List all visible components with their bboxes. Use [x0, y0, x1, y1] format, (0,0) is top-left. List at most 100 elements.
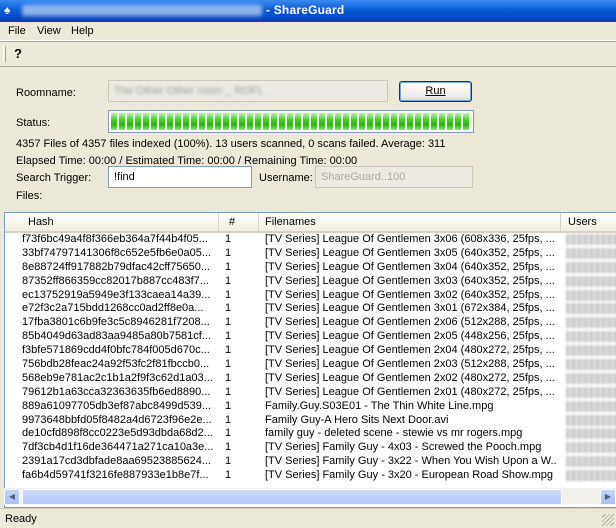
- table-row[interactable]: 2391a17cd3dbfade8aa69523885624... 1 [TV Se…: [5, 455, 616, 469]
- table-row[interactable]: ec13752919a5949e3f133caea14a39... 1 [TV Se…: [5, 289, 616, 303]
- progress-segment: [111, 113, 117, 130]
- progress-segment: [447, 113, 453, 130]
- progress-segment: [335, 113, 341, 130]
- users-cell-blurred: [566, 331, 616, 343]
- table-row[interactable]: 756bdb28feac24a92f53fc2f81fbccb0... 1 [TV …: [5, 358, 616, 372]
- table-row[interactable]: 7df3cb4d1f16de364471a271ca10a3e... 1 [TV S…: [5, 441, 616, 455]
- scroll-left-icon[interactable]: ◀: [4, 489, 20, 505]
- users-cell-blurred: [566, 317, 616, 329]
- table-row[interactable]: 85b4049d63ad83aa9485a80b7581cf... 1 [TV Se…: [5, 330, 616, 344]
- app-icon: ♠: [4, 3, 11, 17]
- progress-segment: [415, 113, 421, 130]
- filename-cell: [TV Series] League Of Gentlemen 2x02 (48…: [265, 371, 555, 384]
- progress-segment: [255, 113, 261, 130]
- count-cell: 1: [225, 274, 232, 287]
- table-row[interactable]: 87352ff866359cc82017b887cc483f7... 1 [TV S…: [5, 275, 616, 289]
- users-cell-blurred: [566, 303, 616, 315]
- users-cell-blurred: [566, 400, 616, 412]
- menu-view[interactable]: View: [37, 25, 61, 37]
- filename-cell: [TV Series] League Of Gentlemen 2x05 (44…: [265, 330, 555, 343]
- run-button[interactable]: Run: [399, 81, 472, 102]
- hash-cell: 85b4049d63ad83aa9485a80b7581cf...: [22, 330, 212, 343]
- hash-cell: 889a61097705db3ef87abc8499d539...: [22, 399, 212, 412]
- menu-file[interactable]: File: [8, 25, 26, 37]
- table-row[interactable]: 8e88724ff917882b79dfac42cff75650... 1 [TV …: [5, 261, 616, 275]
- table-body: f73f6bc49a4f8f366eb364a7f44b4f05... 1 [TV …: [5, 233, 616, 483]
- table-header: Hash # Filenames Users: [5, 213, 616, 233]
- files-table[interactable]: Hash # Filenames Users f73f6bc49a4f8f366…: [4, 212, 616, 508]
- count-cell: 1: [225, 233, 232, 245]
- progress-segment: [295, 113, 301, 130]
- table-row[interactable]: f3bfe571869cdd4f0bfc784f005d670c... 1 [TV …: [5, 344, 616, 358]
- table-row[interactable]: de10cfd898f8cc0223e5d93dbda68d2... 1 famil…: [5, 427, 616, 441]
- users-cell-blurred: [566, 345, 616, 357]
- progress-segment: [271, 113, 277, 130]
- username-field[interactable]: ShareGuard..100: [315, 166, 473, 188]
- table-row[interactable]: 568eb9e781ac2c1b1a2f9f3c62d1a03... 1 [TV S…: [5, 372, 616, 386]
- search-trigger-input[interactable]: !find: [108, 166, 252, 188]
- table-row[interactable]: fa6b4d59741f3216fe887933e1b8e7f... 1 [TV S…: [5, 469, 616, 483]
- hash-cell: 79612b1a63cca32363635fb6ed8890...: [22, 385, 211, 398]
- users-cell-blurred: [566, 428, 616, 440]
- table-row[interactable]: 33bf74797141306f8c652e5fb6e0a05... 1 [TV S…: [5, 247, 616, 261]
- progress-segment: [319, 113, 325, 130]
- table-row[interactable]: 9973648bbfd05f8482a4d6723f96e2e... 1 Famil…: [5, 414, 616, 428]
- table-row[interactable]: 79612b1a63cca32363635fb6ed8890... 1 [TV Se…: [5, 386, 616, 400]
- roomname-field[interactable]: The Other Other room _ ROFL: [108, 80, 388, 102]
- progress-segment: [383, 113, 389, 130]
- hash-cell: f73f6bc49a4f8f366eb364a7f44b4f05...: [22, 233, 208, 245]
- help-icon[interactable]: ?: [9, 45, 27, 63]
- hash-cell: fa6b4d59741f3216fe887933e1b8e7f...: [22, 469, 209, 482]
- count-cell: 1: [225, 385, 232, 398]
- progress-segment: [367, 113, 373, 130]
- users-cell-blurred: [566, 414, 616, 426]
- progress-segment: [279, 113, 285, 130]
- col-count[interactable]: #: [219, 213, 259, 231]
- count-cell: 1: [225, 330, 232, 343]
- progress-segment: [431, 113, 437, 130]
- progress-segment: [183, 113, 189, 130]
- scroll-thumb[interactable]: [22, 489, 562, 505]
- users-cell-blurred: [566, 275, 616, 287]
- hash-cell: 756bdb28feac24a92f53fc2f81fbccb0...: [22, 358, 210, 371]
- search-trigger-label: Search Trigger:: [16, 172, 92, 184]
- users-cell-blurred: [566, 470, 616, 482]
- progress-segment: [143, 113, 149, 130]
- filename-cell: [TV Series] League Of Gentlemen 3x06 (60…: [265, 233, 555, 245]
- col-filenames[interactable]: Filenames: [259, 213, 561, 231]
- count-cell: 1: [225, 246, 232, 259]
- progress-segment: [455, 113, 461, 130]
- count-cell: 1: [225, 469, 232, 482]
- col-hash[interactable]: Hash: [5, 213, 219, 231]
- progress-segment: [343, 113, 349, 130]
- col-users[interactable]: Users: [561, 213, 616, 231]
- resize-grip-icon[interactable]: [602, 514, 614, 526]
- progress-segment: [239, 113, 245, 130]
- progress-segment: [215, 113, 221, 130]
- users-cell-blurred: [566, 456, 616, 468]
- scroll-right-icon[interactable]: ▶: [600, 489, 616, 505]
- count-cell: 1: [225, 358, 232, 371]
- progress-segment: [199, 113, 205, 130]
- horizontal-scrollbar[interactable]: ◀ ▶: [4, 488, 616, 505]
- menu-help[interactable]: Help: [71, 25, 94, 37]
- roomname-label: Roomname:: [16, 87, 76, 99]
- count-cell: 1: [225, 455, 232, 468]
- progress-segment: [223, 113, 229, 130]
- progress-segment: [127, 113, 133, 130]
- table-row[interactable]: e72f3c2a715bdd1268cc0ad2ff8e0a... 1 [TV Se…: [5, 302, 616, 316]
- users-cell-blurred: [566, 359, 616, 371]
- status-bar: Ready: [0, 508, 616, 528]
- hash-cell: de10cfd898f8cc0223e5d93dbda68d2...: [22, 427, 213, 440]
- table-row[interactable]: f73f6bc49a4f8f366eb364a7f44b4f05... 1 [TV …: [5, 233, 616, 247]
- table-row[interactable]: 889a61097705db3ef87abc8499d539... 1 Family…: [5, 400, 616, 414]
- count-cell: 1: [225, 441, 232, 454]
- hash-cell: ec13752919a5949e3f133caea14a39...: [22, 288, 211, 301]
- progress-segment: [359, 113, 365, 130]
- progress-segment: [231, 113, 237, 130]
- table-row[interactable]: 17fba3801c6b9fe3c5c8946281f7208... 1 [TV S…: [5, 316, 616, 330]
- progress-segment: [311, 113, 317, 130]
- users-cell-blurred: [566, 372, 616, 384]
- progress-segment: [439, 113, 445, 130]
- hash-cell: f3bfe571869cdd4f0bfc784f005d670c...: [22, 344, 210, 357]
